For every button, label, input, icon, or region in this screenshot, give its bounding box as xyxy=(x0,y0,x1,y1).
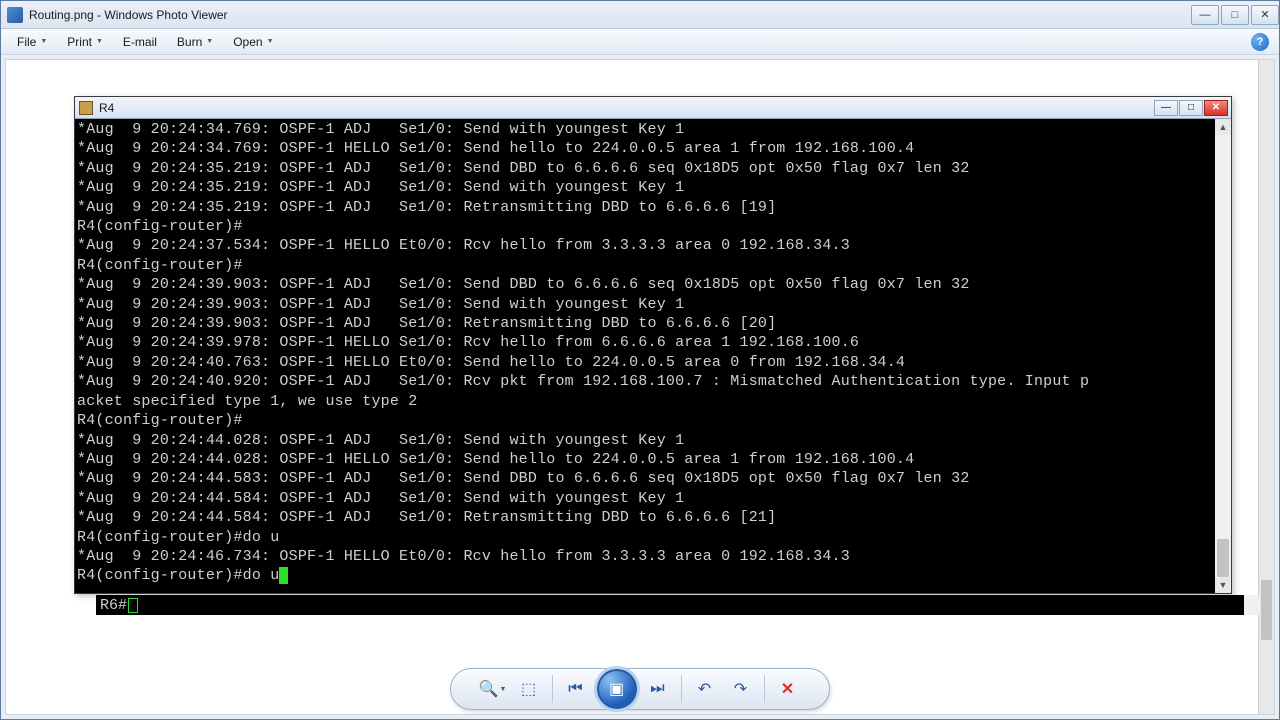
term-minimize-button[interactable]: — xyxy=(1154,100,1178,116)
separator xyxy=(681,675,682,703)
r6-prompt: R6# xyxy=(100,597,127,614)
maximize-button[interactable]: □ xyxy=(1221,5,1249,25)
next-icon: ⏭ xyxy=(650,680,664,698)
previous-button[interactable]: ⏮ xyxy=(561,674,591,704)
rotate-cw-button[interactable]: ↷ xyxy=(726,674,756,704)
window-title: Routing.png - Windows Photo Viewer xyxy=(29,8,228,22)
delete-button[interactable]: ✕ xyxy=(773,674,803,704)
fit-icon: ⬚ xyxy=(521,679,536,699)
chevron-down-icon: ▼ xyxy=(499,686,506,693)
terminal-title: R4 xyxy=(99,101,114,115)
terminal-scrollbar-thumb[interactable] xyxy=(1217,539,1229,577)
scroll-down-icon[interactable]: ▼ xyxy=(1215,577,1231,593)
minimize-button[interactable]: — xyxy=(1191,5,1219,25)
terminal-icon xyxy=(79,101,93,115)
chevron-down-icon: ▼ xyxy=(96,38,103,45)
zoom-button[interactable]: 🔍▼ xyxy=(478,674,508,704)
magnifier-icon: 🔍 xyxy=(479,679,499,699)
chevron-down-icon: ▼ xyxy=(267,38,274,45)
terminal-scrollbar[interactable]: ▲ ▼ xyxy=(1215,119,1231,593)
prev-icon: ⏮ xyxy=(568,680,582,698)
terminal-output[interactable]: *Aug 9 20:24:34.769: OSPF-1 ADJ Se1/0: S… xyxy=(75,119,1231,587)
menu-print[interactable]: Print▼ xyxy=(59,32,111,52)
help-icon[interactable]: ? xyxy=(1251,33,1269,51)
scrollbar-thumb[interactable] xyxy=(1261,580,1272,640)
close-button[interactable]: ✕ xyxy=(1251,5,1279,25)
terminal-titlebar[interactable]: R4 — □ ✕ xyxy=(75,97,1231,119)
terminal-cursor xyxy=(279,567,288,584)
r6-cursor xyxy=(128,598,138,613)
rotate-ccw-button[interactable]: ↶ xyxy=(690,674,720,704)
slideshow-button[interactable]: ▣ xyxy=(597,669,637,709)
rotate-left-icon: ↶ xyxy=(698,679,711,699)
chevron-down-icon: ▼ xyxy=(206,38,213,45)
terminal-body[interactable]: *Aug 9 20:24:34.769: OSPF-1 ADJ Se1/0: S… xyxy=(75,119,1231,593)
app-icon xyxy=(7,7,23,23)
separator xyxy=(552,675,553,703)
terminal-window-r6[interactable]: R6# xyxy=(96,595,1260,615)
scroll-up-icon[interactable]: ▲ xyxy=(1215,119,1231,135)
menu-burn[interactable]: Burn▼ xyxy=(169,32,221,52)
delete-icon: ✕ xyxy=(781,679,794,699)
term-close-button[interactable]: ✕ xyxy=(1204,100,1228,116)
viewport-scrollbar[interactable] xyxy=(1258,60,1274,714)
term-maximize-button[interactable]: □ xyxy=(1179,100,1203,116)
menu-email[interactable]: E-mail xyxy=(115,32,165,52)
menubar: File▼ Print▼ E-mail Burn▼ Open▼ ? xyxy=(1,29,1279,55)
separator xyxy=(764,675,765,703)
viewer-toolbar: 🔍▼ ⬚ ⏮ ▣ ⏭ ↶ ↷ ✕ xyxy=(450,668,830,710)
next-button[interactable]: ⏭ xyxy=(643,674,673,704)
terminal-window-r4: R4 — □ ✕ *Aug 9 20:24:34.769: OSPF-1 ADJ… xyxy=(74,96,1232,594)
chevron-down-icon: ▼ xyxy=(40,38,47,45)
menu-open[interactable]: Open▼ xyxy=(225,32,281,52)
menu-file[interactable]: File▼ xyxy=(9,32,55,52)
outer-titlebar[interactable]: Routing.png - Windows Photo Viewer — □ ✕ xyxy=(1,1,1279,29)
rotate-right-icon: ↷ xyxy=(734,679,747,699)
play-icon: ▣ xyxy=(609,679,624,699)
actual-size-button[interactable]: ⬚ xyxy=(514,674,544,704)
